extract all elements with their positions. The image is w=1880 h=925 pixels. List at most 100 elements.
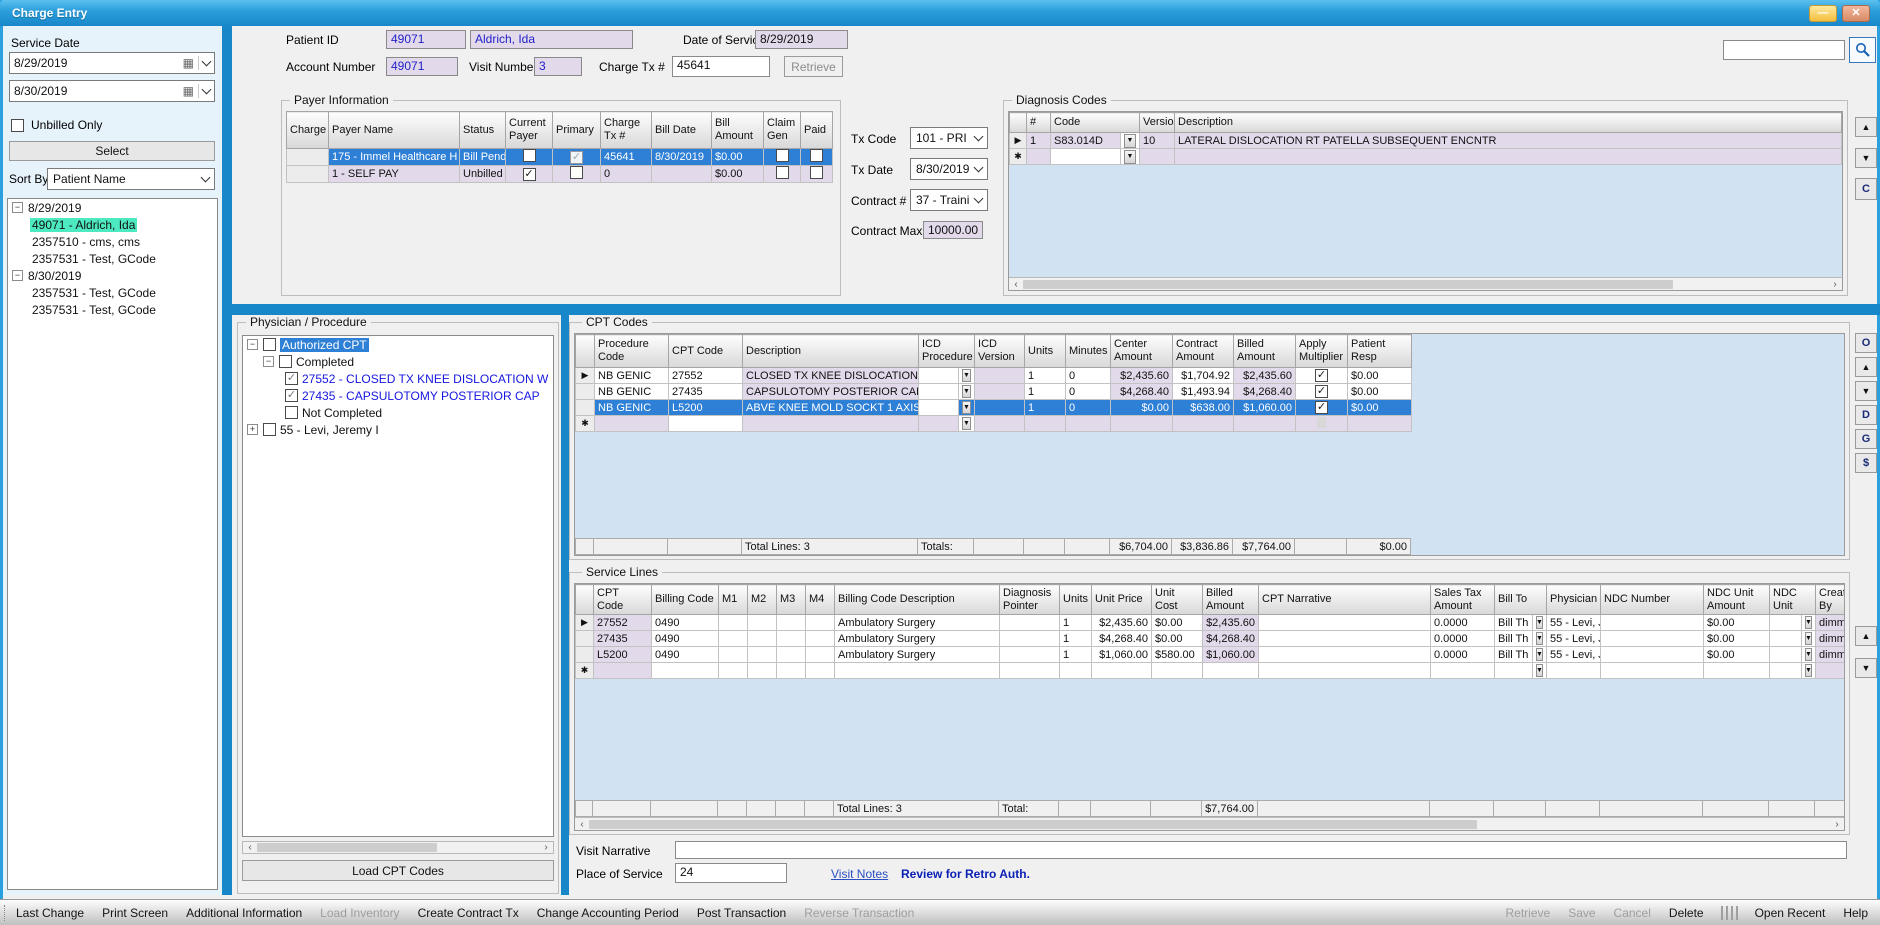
ndc-unit-dropdown-icon[interactable]: ▼: [1805, 632, 1812, 645]
bill-to-dropdown-icon[interactable]: ▼: [1536, 616, 1543, 629]
cpt-up-button[interactable]: ▲: [1855, 357, 1877, 377]
scroll-thumb[interactable]: [1023, 280, 1673, 289]
col-num[interactable]: #: [1027, 113, 1051, 133]
minimize-icon[interactable]: —: [1809, 5, 1837, 22]
current-payer-checkbox[interactable]: ✓: [523, 168, 536, 181]
scroll-right-icon[interactable]: ›: [1828, 278, 1842, 290]
unbilled-only-checkbox[interactable]: [11, 119, 24, 132]
icd-dropdown-icon[interactable]: ▼: [962, 401, 971, 414]
col-bill-to[interactable]: Bill To: [1495, 585, 1547, 615]
col-m1[interactable]: M1: [719, 585, 748, 615]
payer-row[interactable]: 1 - SELF PAY Unbilled ✓ 0 $0.00: [287, 166, 833, 183]
col-procedure-code[interactable]: Procedure Code: [595, 335, 669, 368]
apply-multiplier-checkbox[interactable]: ✓: [1315, 369, 1328, 382]
scroll-thumb[interactable]: [257, 843, 437, 852]
collapse-icon[interactable]: −: [12, 202, 23, 213]
col-claim-gen[interactable]: Claim Gen: [764, 112, 801, 149]
tree-patient-item[interactable]: 2357531 - Test, GCode: [8, 284, 217, 301]
col-description[interactable]: Description: [1175, 113, 1842, 133]
col-current-payer[interactable]: Current Payer: [506, 112, 553, 149]
cpt-new-row[interactable]: ✱ ▼: [576, 416, 1412, 432]
col-sales-tax-amount[interactable]: Sales Tax Amount: [1431, 585, 1495, 615]
col-cpt-code[interactable]: CPT Code: [594, 585, 652, 615]
place-of-service-input[interactable]: 24: [675, 863, 787, 883]
selected-patient[interactable]: 49071 - Aldrich, Ida: [30, 218, 137, 232]
code-dropdown-icon[interactable]: ▼: [1124, 134, 1136, 148]
vertical-splitter-2[interactable]: [561, 315, 569, 895]
sort-by-select[interactable]: Patient Name: [47, 168, 215, 190]
paid-checkbox[interactable]: [810, 166, 823, 179]
col-ndc-number[interactable]: NDC Number: [1601, 585, 1704, 615]
statusbar-open-recent[interactable]: Open Recent: [1746, 906, 1835, 920]
scroll-left-icon[interactable]: ‹: [243, 842, 257, 853]
visit-number-field[interactable]: 3: [534, 57, 582, 76]
service-row[interactable]: ▶ 27552 0490 Ambulatory Surgery 1 $2,435…: [576, 615, 1846, 631]
tree-cpt-item[interactable]: ✓ 27435 - CAPSULOTOMY POSTERIOR CAP: [243, 387, 553, 404]
diagnosis-down-button[interactable]: ▼: [1855, 148, 1877, 168]
claim-gen-checkbox[interactable]: [776, 166, 789, 179]
scroll-right-icon[interactable]: ›: [1830, 818, 1844, 830]
authorized-cpt-checkbox[interactable]: [263, 338, 276, 351]
col-unit-cost[interactable]: Unit Cost: [1152, 585, 1203, 615]
scroll-left-icon[interactable]: ‹: [1009, 278, 1023, 290]
col-minutes[interactable]: Minutes: [1066, 335, 1111, 368]
account-number-field[interactable]: 49071: [386, 57, 458, 76]
service-row[interactable]: 27435 0490 Ambulatory Surgery 1 $4,268.4…: [576, 631, 1846, 647]
diagnosis-new-row[interactable]: ✱ ▼: [1010, 149, 1842, 165]
scroll-left-icon[interactable]: ‹: [575, 818, 589, 830]
statusbar-additional-information[interactable]: Additional Information: [177, 906, 311, 920]
tree-patient-item[interactable]: 2357510 - cms, cms: [8, 233, 217, 250]
col-ndc-unit-amount[interactable]: NDC Unit Amount: [1704, 585, 1770, 615]
cpt-item-checkbox[interactable]: ✓: [285, 372, 298, 385]
statusbar-print-screen[interactable]: Print Screen: [93, 906, 177, 920]
calendar-icon[interactable]: ▦: [183, 84, 194, 98]
tree-authorized-cpt[interactable]: − Authorized CPT: [243, 336, 553, 353]
ndc-unit-dropdown-icon[interactable]: ▼: [1805, 664, 1812, 677]
tree-date-group[interactable]: − 8/29/2019: [8, 199, 217, 216]
charge-tx-input[interactable]: 45641: [672, 56, 770, 77]
statusbar-last-change[interactable]: Last Change: [7, 906, 93, 920]
tree-patient-item[interactable]: 49071 - Aldrich, Ida: [8, 216, 217, 233]
service-hscrollbar[interactable]: ‹ ›: [575, 817, 1844, 830]
physician-checkbox[interactable]: [263, 423, 276, 436]
completed-checkbox[interactable]: [279, 355, 292, 368]
tree-patient-item[interactable]: 2357531 - Test, GCode: [8, 301, 217, 318]
tx-code-select[interactable]: 101 - PRI: [910, 127, 988, 149]
col-m3[interactable]: M3: [777, 585, 806, 615]
col-apply-multiplier[interactable]: Apply Multiplier: [1296, 335, 1348, 368]
search-button[interactable]: [1849, 37, 1876, 63]
col-cpt-code[interactable]: CPT Code: [669, 335, 743, 368]
procedure-hscrollbar[interactable]: ‹ ›: [242, 841, 554, 854]
service-row[interactable]: L5200 0490 Ambulatory Surgery 1 $1,060.0…: [576, 647, 1846, 663]
bill-to-dropdown-icon[interactable]: ▼: [1536, 648, 1543, 661]
tree-cpt-item[interactable]: ✓ 27552 - CLOSED TX KNEE DISLOCATION W: [243, 370, 553, 387]
tree-physician-item[interactable]: + 55 - Levi, Jeremy I: [243, 421, 553, 438]
service-down-button[interactable]: ▼: [1855, 658, 1877, 678]
icd-dropdown-icon[interactable]: ▼: [962, 385, 971, 398]
statusbar-post-transaction[interactable]: Post Transaction: [688, 906, 795, 920]
visit-narrative-input[interactable]: [675, 841, 1847, 859]
diagnosis-hscrollbar[interactable]: ‹ ›: [1009, 277, 1842, 290]
patient-name-field[interactable]: Aldrich, Ida: [470, 30, 633, 49]
expand-icon[interactable]: +: [247, 424, 258, 435]
col-m2[interactable]: M2: [748, 585, 777, 615]
not-completed-checkbox[interactable]: [285, 406, 298, 419]
statusbar-change-accounting-period[interactable]: Change Accounting Period: [528, 906, 688, 920]
col-cpt-narrative[interactable]: CPT Narrative: [1259, 585, 1431, 615]
collapse-icon[interactable]: −: [12, 270, 23, 281]
diagnosis-up-button[interactable]: ▲: [1855, 117, 1877, 137]
icd-dropdown-icon[interactable]: ▼: [962, 369, 971, 382]
col-status[interactable]: Status: [460, 112, 506, 149]
chevron-down-icon[interactable]: [202, 57, 212, 67]
col-center-amount[interactable]: Center Amount: [1111, 335, 1173, 368]
col-physician[interactable]: Physician: [1547, 585, 1601, 615]
visit-notes-link[interactable]: Visit Notes: [831, 867, 888, 881]
load-cpt-codes-button[interactable]: Load CPT Codes: [242, 860, 554, 881]
apply-multiplier-checkbox[interactable]: ✓: [1315, 401, 1328, 414]
vertical-splitter[interactable]: [222, 26, 232, 895]
cpt-row[interactable]: NB GENIC 27435 CAPSULOTOMY POSTERIOR CAP…: [576, 384, 1412, 400]
diagnosis-row[interactable]: ▶ 1 S83.014D ▼ 10 LATERAL DISLOCATION RT…: [1010, 133, 1842, 149]
col-charge[interactable]: Charge: [287, 112, 329, 149]
search-input[interactable]: [1723, 40, 1845, 60]
ndc-unit-dropdown-icon[interactable]: ▼: [1805, 648, 1812, 661]
